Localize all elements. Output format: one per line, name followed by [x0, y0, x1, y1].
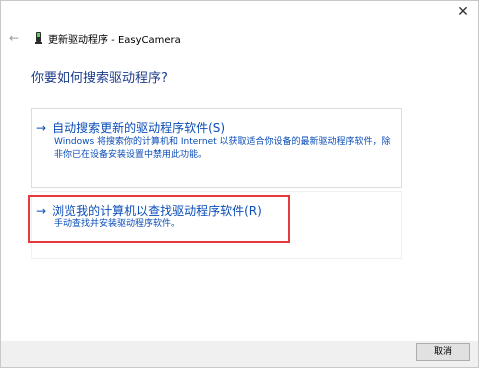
close-icon[interactable]: ✕ [456, 5, 470, 19]
auto-search-option-description: Windows 将搜索你的计算机和 Internet 以获取适合你设备的最新驱动… [54, 137, 391, 160]
auto-search-option-title: 自动搜索更新的驱动程序软件(S) [52, 121, 226, 135]
update-driver-dialog: ✕ ← 更新驱动程序 - EasyCamera 你要如何搜索驱动程序? → 自动搜… [0, 0, 479, 368]
page-heading: 你要如何搜索驱动程序? [31, 71, 168, 86]
cancel-button[interactable]: 取消 [416, 343, 470, 361]
dialog-footer: 取消 [1, 341, 478, 367]
auto-search-option[interactable]: → 自动搜索更新的驱动程序软件(S) Windows 将搜索你的计算机和 Inte… [31, 108, 402, 188]
highlight-box [28, 195, 290, 243]
dialog-header: ← 更新驱动程序 - EasyCamera [9, 29, 181, 47]
back-arrow-icon[interactable]: ← [9, 31, 23, 45]
arrow-right-icon: → [36, 121, 47, 135]
device-icon [35, 32, 42, 44]
dialog-title: 更新驱动程序 - EasyCamera [48, 34, 181, 46]
